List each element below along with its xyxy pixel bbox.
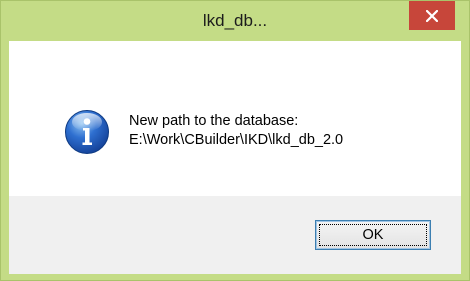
button-area: OK (9, 196, 461, 274)
close-button[interactable] (409, 1, 455, 30)
dialog-body: New path to the database: E:\Work\CBuild… (9, 41, 461, 274)
info-icon (65, 110, 109, 154)
message-line-2: E:\Work\CBuilder\IKD\lkd_db_2.0 (129, 132, 344, 148)
message-text: New path to the database: E:\Work\CBuild… (129, 112, 343, 150)
message-line-1: New path to the database: (129, 113, 299, 129)
ok-button-label: OK (319, 224, 427, 246)
dialog-window: lkd_db... New path to the database: E:\W… (0, 0, 470, 281)
close-icon (426, 9, 438, 22)
ok-button[interactable]: OK (315, 220, 431, 250)
message-area: New path to the database: E:\Work\CBuild… (9, 41, 461, 196)
title-bar[interactable]: lkd_db... (1, 1, 469, 41)
window-title: lkd_db... (202, 11, 268, 30)
